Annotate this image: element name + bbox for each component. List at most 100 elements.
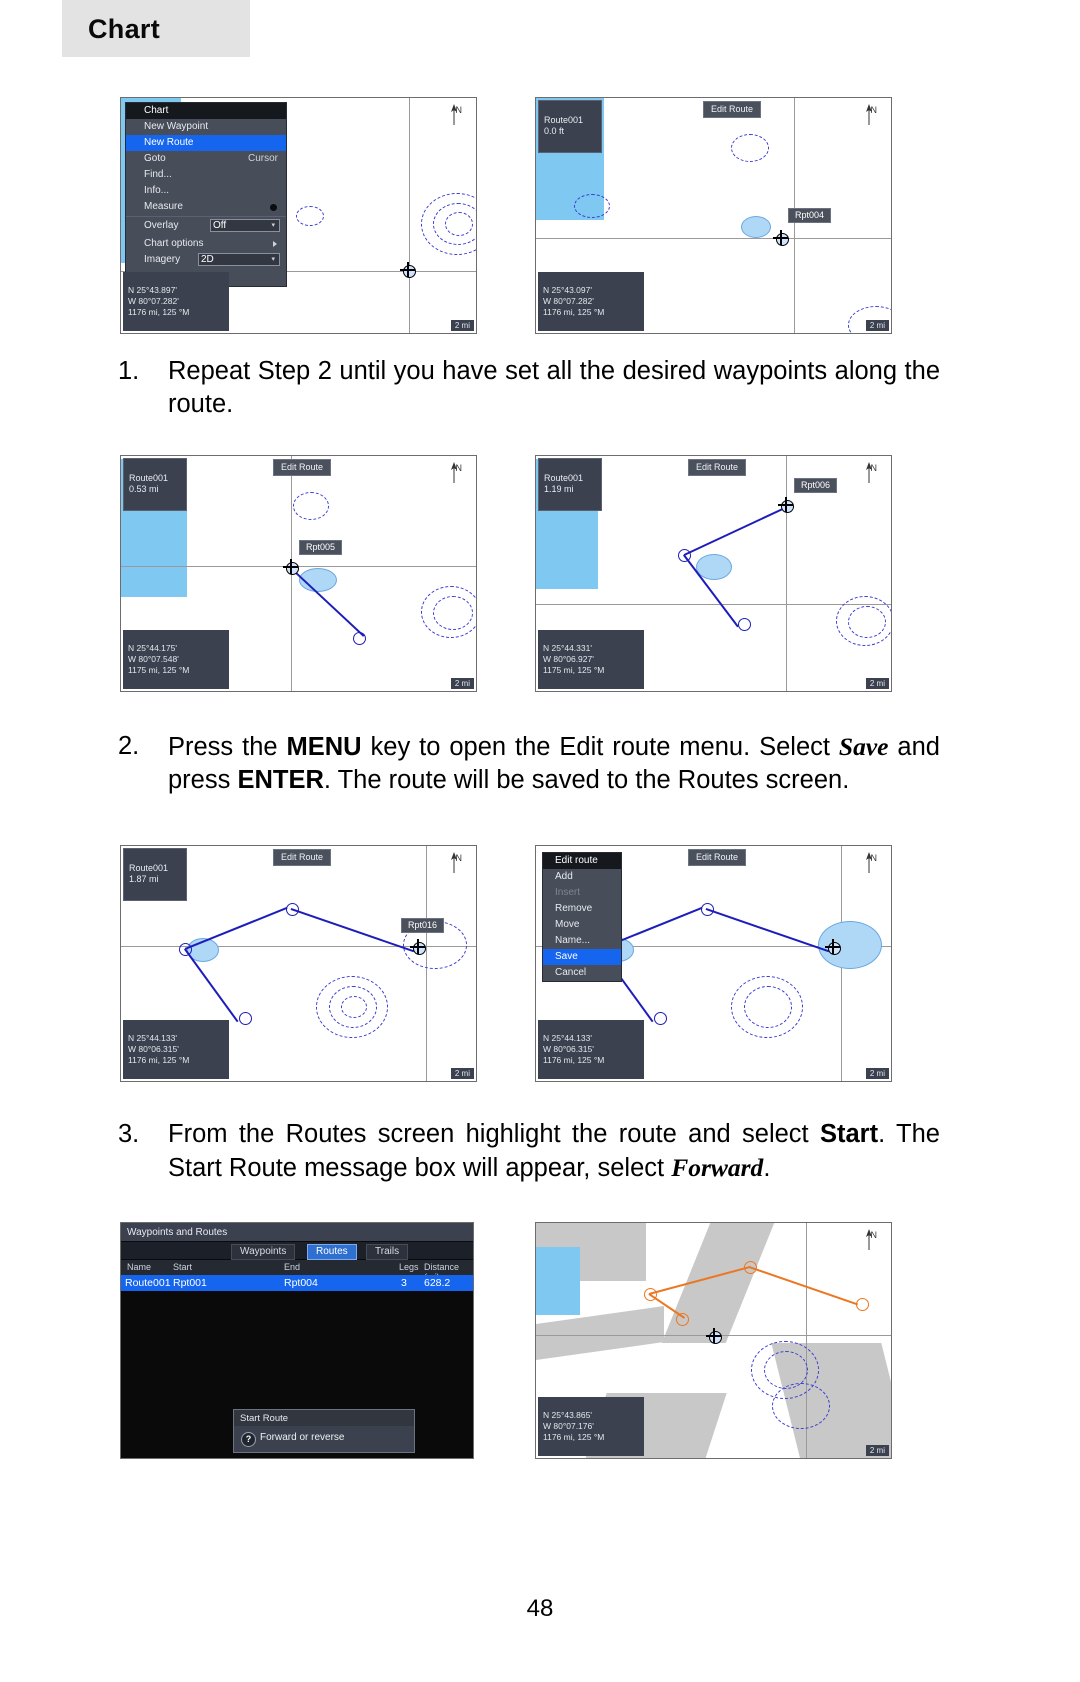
start-route-message-box[interactable]: Start Route ? Forward or reverse [233,1409,415,1453]
depth-contour [744,986,792,1028]
scale-value: 2 mi [869,321,885,330]
column-name: Name [127,1262,152,1272]
table-row[interactable]: Route001 Rpt001 Rpt004 3 628.2 [121,1275,473,1291]
active-waypoint-marker[interactable] [856,1298,869,1311]
tab-waypoints[interactable]: Waypoints [231,1244,296,1260]
range-bearing-value: 1176 mi, 125 °M [543,306,605,317]
edit-route-button[interactable]: Edit Route [703,101,762,118]
waypoint-marker-rpt005[interactable] [283,559,299,575]
menu-label: Remove [555,903,593,914]
chart-menu[interactable]: Chart New Waypoint New Route Goto Cursor … [125,102,287,287]
menu-item-info[interactable]: Info... [126,183,286,199]
range-bearing-value: 1176 mi, 125 °M [543,1054,605,1065]
coordinate-value: N 25°43.897' W 80°07.282' [128,284,179,306]
scale-indicator: 2 mi [865,678,889,689]
waypoint-marker-rpt006[interactable] [778,497,794,513]
north-indicator: N [862,850,878,873]
menu-label: Save [555,951,578,962]
scale-value: 2 mi [869,679,885,688]
scale-indicator: 2 mi [450,1068,474,1079]
menu-item-insert: Insert [543,885,621,901]
waypoint-marker[interactable] [738,618,751,631]
column-end: End [284,1262,301,1272]
north-letter: N [870,853,878,863]
menu-item-save[interactable]: Save [543,949,621,965]
route-name: Route001 [129,862,169,873]
chevron-right-icon [273,241,277,247]
screenshot-route-rpt016: Rpt016 Route001 1.87 mi Edit Route N N 2… [120,845,477,1082]
depth-contour [574,194,610,218]
waypoint-label-text: Rpt016 [408,920,438,930]
tab-label: Waypoints [240,1246,287,1257]
north-letter: N [455,853,463,863]
menu-label: Add [555,871,573,882]
overlay-combo[interactable]: Off ▾ [210,219,280,232]
menu-item-cancel[interactable]: Cancel [543,965,621,981]
edit-route-menu[interactable]: Edit route Add Insert Remove Move Name..… [542,852,622,982]
grid-latitude [536,604,891,605]
waypoint-marker[interactable] [678,549,691,562]
menu-item-measure[interactable]: Measure [126,199,286,215]
route-name: Route001 [544,114,584,125]
depth-contour [731,134,769,162]
coordinate-readout: N 25°44.175' W 80°07.548' 1175 mi, 125 °… [123,629,229,689]
menu-item-new-waypoint[interactable]: New Waypoint [126,119,286,135]
menu-item-add[interactable]: Add [543,869,621,885]
menu-item-move[interactable]: Move [543,917,621,933]
depth-contour [772,1383,830,1429]
waypoint-marker-rpt016[interactable] [410,939,426,955]
menu-label: Measure [144,201,183,212]
waypoint-marker[interactable] [654,1012,667,1025]
active-waypoint-marker[interactable] [676,1313,689,1326]
waypoint-marker[interactable] [353,632,366,645]
land-area [536,1247,580,1315]
edit-route-button[interactable]: Edit Route [688,849,747,866]
menu-label: Info... [144,185,170,196]
imagery-combo[interactable]: 2D ▾ [198,253,280,266]
menu-item-new-route[interactable]: New Route [126,135,286,151]
waypoint-marker-selected[interactable] [825,939,841,955]
edit-route-button[interactable]: Edit Route [688,459,747,476]
route-distance: 0.0 ft [544,126,565,137]
menu-item-find[interactable]: Find... [126,167,286,183]
menu-item-overlay[interactable]: Overlay Off ▾ [126,218,286,236]
overlay-combo-value: Off [213,220,227,231]
range-bearing-value: 1176 mi, 125 °M [128,1054,190,1065]
waypoint-marker-rpt004[interactable] [773,230,789,246]
coordinate-value: N 25°44.133' W 80°06.315' [128,1032,179,1054]
edit-route-label: Edit Route [281,852,324,862]
menu-label: Goto [144,153,166,164]
chevron-down-icon: ▾ [271,256,275,263]
step-3-text: From the Routes screen highlight the rou… [168,1120,940,1183]
waypoint-marker[interactable] [179,943,192,956]
edit-route-button[interactable]: Edit Route [273,459,332,476]
page-title: Chart [88,14,161,44]
radio-dot-icon [270,204,277,211]
tab-trails[interactable]: Trails [366,1244,409,1260]
step-3: 3. From the Routes screen highlight the … [118,1118,940,1185]
active-waypoint-marker[interactable] [644,1288,657,1301]
waypoint-marker[interactable] [701,903,714,916]
vessel-position-marker [706,1328,722,1344]
waypoint-marker[interactable] [239,1012,252,1025]
cell-end: Rpt004 [284,1277,318,1289]
screenshot-route-first-waypoint: Rpt004 Route001 0.0 ft Edit Route N N 25… [535,97,892,334]
grid-longitude [786,456,787,691]
scale-indicator: 2 mi [865,1068,889,1079]
range-bearing-value: 1176 mi, 125 °M [543,1431,605,1442]
route-info-box: Route001 1.19 mi [538,458,602,512]
cursor-crosshair[interactable] [400,262,416,278]
tab-routes[interactable]: Routes [307,1244,357,1260]
waypoint-marker[interactable] [286,903,299,916]
cell-legs: 3 [401,1277,407,1289]
coordinate-readout: N 25°44.331' W 80°06.927' 1175 mi, 125 °… [538,629,644,689]
menu-item-name[interactable]: Name... [543,933,621,949]
edit-route-button[interactable]: Edit Route [273,849,332,866]
active-waypoint-marker[interactable] [744,1261,757,1274]
menu-item-goto[interactable]: Goto Cursor [126,151,286,167]
route-distance: 0.53 mi [129,484,159,495]
menu-item-chart-options[interactable]: Chart options [126,236,286,252]
menu-item-remove[interactable]: Remove [543,901,621,917]
menu-item-imagery[interactable]: Imagery 2D ▾ [126,252,286,270]
menu-value-goto: Cursor [247,153,278,164]
